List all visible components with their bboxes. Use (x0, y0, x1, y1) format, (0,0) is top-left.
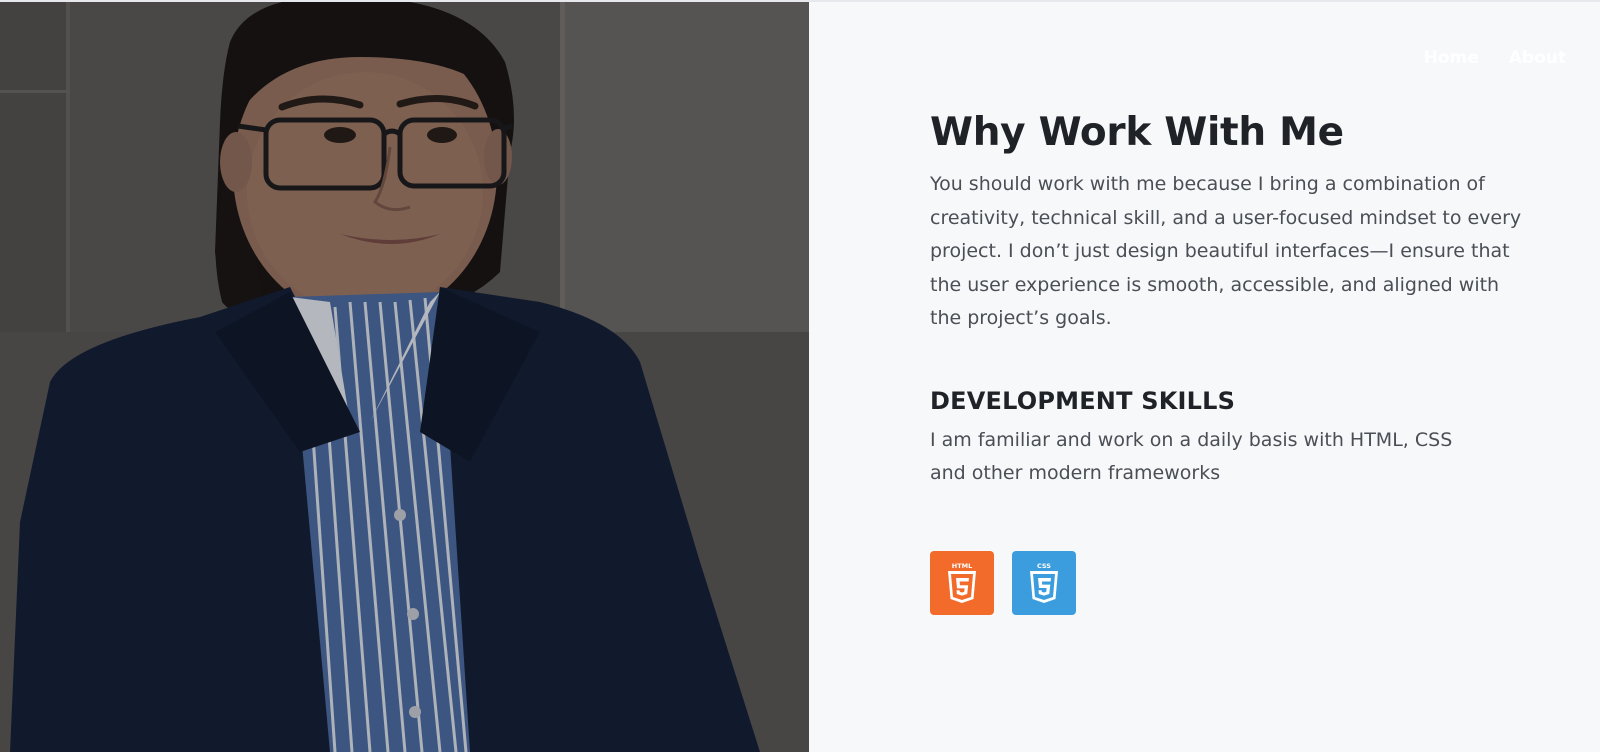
portrait-photo (0, 2, 809, 752)
page: Home About Why Work With Me You should w… (0, 0, 1600, 752)
html5-shield-icon: HTML (948, 562, 976, 603)
tech-icons: HTML CSS (930, 551, 1076, 615)
top-border (0, 0, 1600, 2)
portrait-illustration (0, 2, 809, 752)
html5-icon-label: HTML (952, 562, 972, 570)
intro-paragraph: You should work with me because I bring … (930, 173, 1522, 329)
skills-paragraph: I am familiar and work on a daily basis … (930, 428, 1453, 485)
nav-about-link[interactable]: About (1509, 48, 1566, 68)
about-text-block: Why Work With Me You should work with me… (930, 106, 1530, 491)
html5-icon: HTML (930, 551, 994, 615)
about-section: Home About Why Work With Me You should w… (809, 2, 1600, 752)
css3-icon-label: CSS (1037, 562, 1051, 570)
css3-shield-icon: CSS (1030, 562, 1058, 603)
section-title: Why Work With Me (930, 110, 1344, 155)
css3-icon: CSS (1012, 551, 1076, 615)
skills-heading: DEVELOPMENT SKILLS (930, 386, 1236, 415)
top-nav: Home About (1424, 48, 1566, 68)
nav-home-link[interactable]: Home (1424, 48, 1479, 68)
